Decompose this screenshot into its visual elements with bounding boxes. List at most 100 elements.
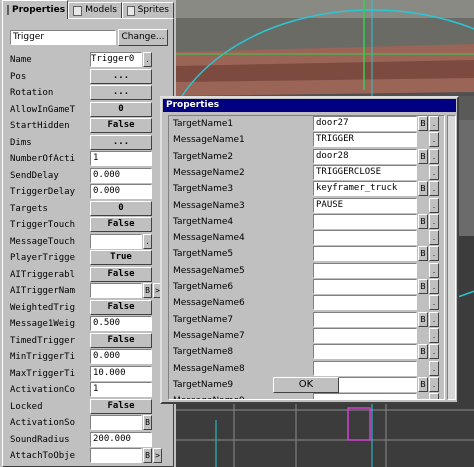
property-label: MessageTouch (10, 236, 76, 247)
dialog-row-targetname7: TargetName7 B. (169, 311, 444, 328)
more-button[interactable]: . (429, 116, 439, 131)
dialog-row-value[interactable]: door27 (313, 116, 417, 131)
tab-properties[interactable]: Properties (2, 0, 68, 19)
property-row-attachtoobje: AttachToObje B > (8, 448, 168, 464)
tab-sprites[interactable]: Sprites (122, 2, 174, 18)
dialog-row-value[interactable] (313, 262, 417, 278)
property-value-field[interactable] (90, 448, 142, 463)
browse-button[interactable]: B (418, 246, 428, 262)
select-arrow-button[interactable]: > (153, 448, 162, 463)
property-value-button[interactable]: False (90, 266, 152, 282)
browse-button[interactable]: B (418, 116, 428, 131)
property-value-button[interactable]: ... (90, 85, 152, 100)
dialog-row-value[interactable] (313, 344, 417, 360)
more-button[interactable]: . (429, 213, 439, 229)
dialog-row-label: TargetName3 (173, 184, 234, 195)
browse-button[interactable]: B (418, 344, 428, 360)
property-value-button[interactable]: False (90, 217, 152, 232)
property-row-aitriggerabl: AITriggerabl False (8, 266, 168, 283)
property-label: ActivationCo (10, 385, 76, 395)
dialog-row-value[interactable] (313, 230, 417, 246)
more-button[interactable]: . (429, 132, 439, 148)
property-value-button[interactable]: ... (90, 134, 152, 150)
property-value-button[interactable]: ... (90, 68, 152, 84)
property-row-mintriggerti: MinTriggerTi 0.000 (8, 349, 168, 365)
dialog-row-value[interactable]: keyframer_truck (313, 181, 417, 197)
dialog-row-value[interactable] (313, 213, 417, 229)
more-button[interactable]: . (429, 295, 439, 311)
property-value-field[interactable]: 0.000 (90, 349, 152, 364)
tab-models[interactable]: Models (68, 2, 122, 18)
property-value-field[interactable] (90, 233, 142, 249)
dialog-row-value[interactable] (313, 279, 417, 294)
more-button[interactable]: . (429, 230, 439, 246)
more-button[interactable]: . (429, 181, 439, 197)
property-value-button[interactable]: 0 (90, 101, 152, 117)
more-button[interactable]: . (429, 246, 439, 262)
dialog-row-label: MessageName5 (173, 265, 245, 276)
browse-button[interactable]: B (418, 148, 428, 164)
browse-button[interactable]: B (418, 311, 428, 327)
more-button[interactable]: . (429, 164, 439, 180)
dialog-row-value[interactable] (313, 295, 417, 311)
dialog-row-value[interactable] (313, 311, 417, 327)
change-button[interactable]: Change... (118, 29, 168, 46)
property-value-field[interactable]: 0.000 (90, 184, 152, 199)
property-row-name: Name Trigger0. (8, 52, 168, 68)
more-button[interactable]: . (429, 393, 439, 399)
more-button[interactable]: . (429, 376, 439, 392)
dialog-row-label: MessageName7 (173, 330, 245, 341)
more-button[interactable]: . (429, 311, 439, 327)
browse-button[interactable]: B (418, 376, 428, 392)
property-value-field[interactable] (90, 415, 142, 430)
dialog-row-targetname5: TargetName5 B. (169, 246, 444, 262)
property-value-button[interactable]: False (90, 332, 152, 348)
property-value-button[interactable]: 0 (90, 200, 152, 216)
dialog-row-value[interactable] (313, 246, 417, 262)
dialog-row-targetname3: TargetName3 keyframer_truck B. (169, 181, 444, 197)
more-button[interactable]: . (429, 327, 439, 343)
property-value-field[interactable]: 1 (90, 151, 152, 166)
ok-button[interactable]: OK (273, 377, 339, 393)
property-label: ActivationSo (10, 418, 76, 428)
browse-button[interactable]: B (418, 181, 428, 197)
property-value-field[interactable]: 10.000 (90, 365, 152, 381)
more-button[interactable]: . (429, 344, 439, 360)
dialog-row-value[interactable]: TRIGGER (313, 132, 417, 148)
dialog-row-label: MessageName1 (173, 135, 245, 146)
browse-button[interactable]: B (143, 283, 152, 298)
entity-class-field[interactable]: Trigger (10, 30, 116, 45)
property-row-message1weig: Message1Weig 0.500 (8, 316, 168, 332)
property-value-field[interactable]: 200.000 (90, 431, 152, 447)
dialog-row-value[interactable]: TRIGGERCLOSE (313, 164, 417, 180)
browse-button[interactable]: B (143, 415, 152, 430)
more-button[interactable]: . (429, 262, 439, 278)
dialog-row-messagename3: MessageName3 PAUSE. (169, 197, 444, 214)
property-value-button[interactable]: False (90, 398, 152, 414)
dialog-row-value[interactable] (313, 393, 417, 399)
property-value-button[interactable]: False (90, 299, 152, 315)
dialog-row-value[interactable]: door28 (313, 148, 417, 164)
browse-button[interactable]: B (418, 213, 428, 229)
dialog-row-value[interactable] (313, 360, 417, 376)
more-button[interactable]: . (143, 52, 152, 67)
browse-button[interactable]: B (143, 448, 152, 463)
property-value-field[interactable]: 1 (90, 382, 152, 397)
browse-button[interactable]: B (418, 279, 428, 294)
property-value-field[interactable]: 0.500 (90, 316, 152, 331)
property-value-field[interactable]: 0.000 (90, 167, 152, 183)
more-button[interactable]: . (429, 279, 439, 294)
dialog-row-value[interactable] (313, 327, 417, 343)
property-value-field[interactable] (90, 283, 142, 298)
more-button[interactable]: . (429, 197, 439, 213)
more-button[interactable]: . (429, 148, 439, 164)
property-value-button[interactable]: True (90, 250, 152, 265)
more-button[interactable]: . (143, 233, 152, 249)
property-value-field[interactable]: Trigger0 (90, 52, 142, 67)
dialog-row-messagename1: MessageName1 TRIGGER. (169, 132, 444, 148)
dialog-row-value[interactable]: PAUSE (313, 197, 417, 213)
dialog-scrollbar[interactable] (447, 115, 456, 400)
property-label: Locked (10, 401, 43, 412)
property-value-button[interactable]: False (90, 118, 152, 133)
more-button[interactable]: . (429, 360, 439, 376)
